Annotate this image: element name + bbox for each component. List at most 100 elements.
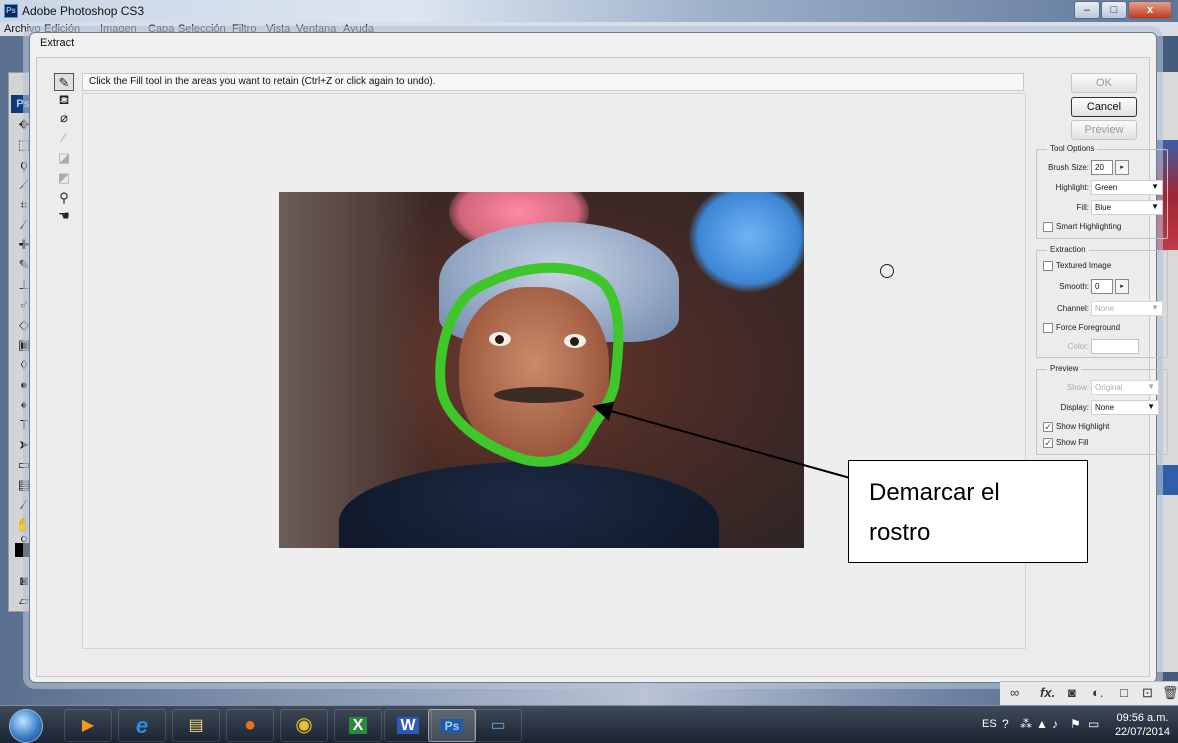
cancel-button[interactable]: Cancel bbox=[1071, 97, 1137, 117]
window-controls: – □ x bbox=[1073, 1, 1172, 19]
textured-image-row: Textured Image bbox=[1043, 261, 1167, 275]
excel-glyph: X bbox=[348, 717, 368, 734]
taskbar: ▶ e ▤ ● ◉ X W Ps ▭ ES ? ⁂ ▲ ♪ ⚑ ▭ 09:56 … bbox=[0, 705, 1178, 743]
color-swatch[interactable] bbox=[1091, 339, 1139, 354]
excel-icon[interactable]: X bbox=[334, 709, 382, 742]
internet-explorer-icon[interactable]: e bbox=[118, 709, 166, 742]
force-foreground-label: Force Foreground bbox=[1056, 323, 1121, 332]
media-player-glyph: ▶ bbox=[81, 717, 95, 734]
chevron-down-icon: ▼ bbox=[1147, 402, 1155, 411]
close-button[interactable]: x bbox=[1128, 1, 1172, 19]
extraction-group: Extraction Textured Image Smooth: 0 ▸ Ch… bbox=[1036, 245, 1168, 358]
fill-select[interactable]: Blue ▼ bbox=[1091, 200, 1163, 215]
layer-mask-icon[interactable]: ◙ bbox=[1068, 685, 1076, 700]
app-title-bar: Ps Adobe Photoshop CS3 – □ x bbox=[0, 0, 1178, 22]
foreground-color-swatch[interactable] bbox=[15, 543, 29, 557]
adjustment-layer-icon[interactable]: ◐. bbox=[1092, 685, 1103, 700]
show-hidden-icons-icon[interactable]: ▲ bbox=[1036, 717, 1048, 731]
channel-select[interactable]: None ▼ bbox=[1091, 301, 1163, 316]
cleanup-icon[interactable]: ◪ bbox=[54, 149, 74, 167]
new-layer-icon[interactable]: ⊡ bbox=[1142, 685, 1153, 701]
display-row: Display: None ▼ bbox=[1037, 400, 1167, 418]
preview-group: Preview Show: Original ▼ Display: None ▼ ✓… bbox=[1036, 364, 1168, 455]
delete-layer-icon[interactable]: 🗑 bbox=[1162, 685, 1178, 701]
edge-highlighter-icon[interactable]: ✎ bbox=[54, 73, 74, 91]
extract-dialog: Extract ✎ ⛾ ⌀ ⁄ ◪ ◩ ⚲ ☚ Click the Fill t… bbox=[29, 32, 1168, 683]
photo[interactable] bbox=[279, 192, 804, 548]
show-highlight-checkbox[interactable]: ✓ bbox=[1043, 422, 1053, 432]
fill-value: Blue bbox=[1095, 203, 1112, 212]
highlight-select[interactable]: Green ▼ bbox=[1091, 180, 1163, 195]
layer-style-icon[interactable]: fx. bbox=[1040, 685, 1055, 700]
action-center-icon[interactable]: ⚑ bbox=[1070, 717, 1081, 731]
tool-options-title: Tool Options bbox=[1047, 144, 1098, 153]
start-button-icon[interactable] bbox=[9, 709, 43, 743]
file-explorer-icon[interactable]: ▤ bbox=[172, 709, 220, 742]
preview-canvas[interactable] bbox=[82, 93, 1026, 649]
highlight-outline bbox=[435, 262, 624, 467]
word-glyph: W bbox=[397, 717, 419, 734]
word-icon[interactable]: W bbox=[384, 709, 432, 742]
brush-size-arrow-icon[interactable]: ▸ bbox=[1115, 160, 1129, 175]
eraser-icon[interactable]: ⌀ bbox=[54, 109, 74, 127]
smooth-input[interactable]: 0 bbox=[1091, 279, 1113, 294]
show-select[interactable]: Original ▼ bbox=[1091, 380, 1159, 395]
explorer-glyph: ▤ bbox=[188, 717, 204, 734]
edge-touchup-icon[interactable]: ◩ bbox=[54, 169, 74, 187]
preview-button[interactable]: Preview bbox=[1071, 120, 1137, 140]
photoshop-logo-icon: Ps bbox=[4, 4, 18, 18]
ie-glyph: e bbox=[135, 713, 149, 738]
media-player-icon[interactable]: ▶ bbox=[64, 709, 112, 742]
fill-icon[interactable]: ⛾ bbox=[54, 91, 74, 109]
fill-row: Fill: Blue ▼ bbox=[1037, 200, 1167, 218]
channel-row: Channel: None ▼ bbox=[1037, 301, 1167, 319]
show-value: Original bbox=[1095, 383, 1123, 392]
link-layers-icon[interactable]: ∞ bbox=[1010, 685, 1019, 700]
clock[interactable]: 09:56 a.m. 22/07/2014 bbox=[1115, 711, 1170, 739]
brush-cursor bbox=[880, 264, 894, 278]
tool-options-group: Tool Options Brush Size: 20 ▸ Highlight:… bbox=[1036, 144, 1168, 239]
smart-highlighting-checkbox[interactable] bbox=[1043, 222, 1053, 232]
volume-icon[interactable]: ♪ bbox=[1052, 717, 1058, 731]
maximize-button[interactable]: □ bbox=[1101, 1, 1127, 19]
clock-date: 22/07/2014 bbox=[1114, 726, 1170, 738]
display-select[interactable]: None ▼ bbox=[1091, 400, 1159, 415]
help-icon[interactable]: ? bbox=[1002, 717, 1009, 731]
instruction-bar: Click the Fill tool in the areas you wan… bbox=[82, 73, 1024, 91]
new-group-icon[interactable]: □ bbox=[1120, 685, 1128, 700]
chrome-glyph: ◉ bbox=[295, 714, 313, 736]
smooth-label: Smooth: bbox=[1059, 282, 1089, 291]
preview-title: Preview bbox=[1047, 364, 1082, 373]
brush-size-input[interactable]: 20 bbox=[1091, 160, 1113, 175]
hand-icon[interactable]: ☚ bbox=[54, 207, 74, 225]
minimize-button[interactable]: – bbox=[1074, 1, 1100, 19]
layers-selected-row bbox=[1157, 465, 1178, 495]
language-indicator[interactable]: ES bbox=[982, 718, 997, 730]
force-foreground-checkbox[interactable] bbox=[1043, 323, 1053, 333]
show-fill-checkbox[interactable]: ✓ bbox=[1043, 438, 1053, 448]
firefox-icon[interactable]: ● bbox=[226, 709, 274, 742]
extraction-title: Extraction bbox=[1047, 245, 1089, 254]
smart-highlighting-label: Smart Highlighting bbox=[1056, 222, 1122, 231]
color-label: Color: bbox=[1067, 342, 1089, 351]
photoshop-glyph: Ps bbox=[440, 719, 464, 733]
display-icon[interactable]: ▭ bbox=[1088, 717, 1099, 731]
chevron-down-icon: ▼ bbox=[1151, 303, 1159, 312]
zoom-icon[interactable]: ⚲ bbox=[54, 189, 74, 207]
eyedropper-icon[interactable]: ⁄ bbox=[54, 129, 74, 147]
remote-desktop-icon[interactable]: ▭ bbox=[474, 709, 522, 742]
photoshop-icon[interactable]: Ps bbox=[428, 709, 476, 742]
highlight-row: Highlight: Green ▼ bbox=[1037, 180, 1167, 198]
display-label: Display: bbox=[1060, 403, 1089, 412]
ok-button[interactable]: OK bbox=[1071, 73, 1137, 93]
layers-panel-footer: ∞ fx. ◙ ◐. □ ⊡ 🗑 bbox=[1000, 681, 1178, 705]
network-icon[interactable]: ⁂ bbox=[1020, 717, 1032, 731]
smooth-arrow-icon[interactable]: ▸ bbox=[1115, 279, 1129, 294]
smooth-row: Smooth: 0 ▸ bbox=[1037, 279, 1167, 297]
callout-line-1: Demarcar el bbox=[869, 479, 1000, 506]
annotation-callout: Demarcar el rostro bbox=[848, 460, 1088, 563]
textured-image-checkbox[interactable] bbox=[1043, 261, 1053, 271]
display-value: None bbox=[1095, 403, 1115, 412]
highlight-label: Highlight: bbox=[1055, 183, 1089, 192]
chrome-icon[interactable]: ◉ bbox=[280, 709, 328, 742]
